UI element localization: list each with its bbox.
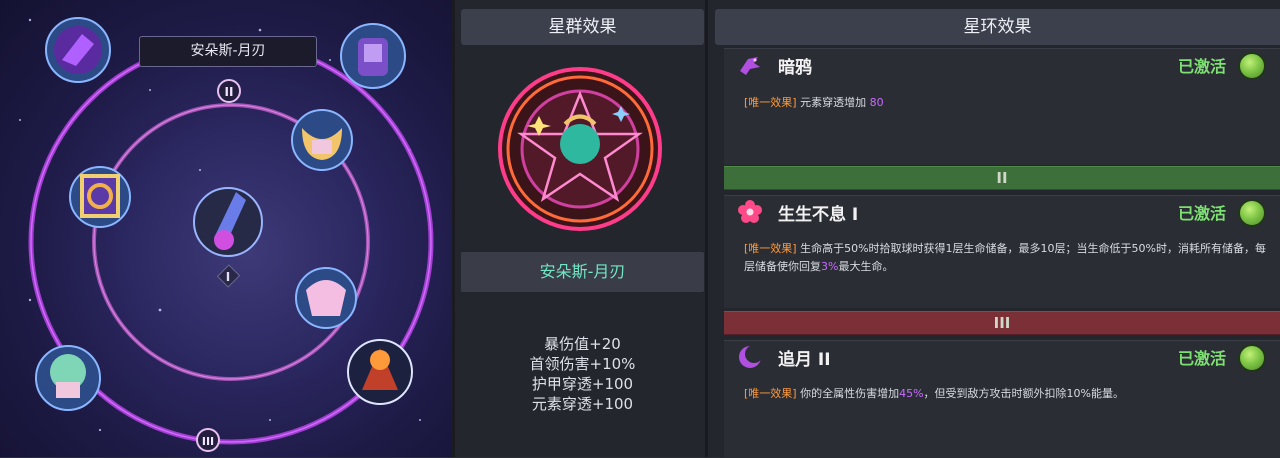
cluster-stats: 暴伤值+20 首领伤害+10% 护甲穿透+100 元素穿透+100 xyxy=(461,334,704,414)
crescent-moon-icon xyxy=(739,345,763,368)
active-orb-icon xyxy=(1238,52,1266,80)
inner-node-3[interactable] xyxy=(295,267,357,329)
stat-armor-pen: 护甲穿透+100 xyxy=(531,375,634,393)
outer-node-3[interactable] xyxy=(35,345,101,411)
effect-card-dark-crow[interactable]: 暗鸦 已激活 [唯一效果] 元素穿透增加 80 xyxy=(724,48,1280,165)
effect-status: 已激活 xyxy=(1177,204,1226,223)
effect-title: 追月 II xyxy=(778,350,831,370)
ring-marker-iii: III xyxy=(202,435,214,448)
flower-icon xyxy=(738,200,762,223)
constellation-name-tag: 安朵斯-月刃 xyxy=(139,36,317,67)
outer-node-4[interactable] xyxy=(347,339,413,405)
ring-effect-panel: 星环效果 暗鸦 已激活 [唯一效果] 元素穿透增加 80 II 生生不息 I 已… xyxy=(708,0,1280,458)
outer-node-2[interactable] xyxy=(340,23,406,89)
outer-node-1[interactable] xyxy=(45,17,111,83)
effect-description: [唯一效果] 生命高于50%时拾取球时获得1层生命储备，最多10层；当生命低于5… xyxy=(744,242,1266,273)
effect-card-endless-life[interactable]: 生生不息 I 已激活 [唯一效果] 生命高于50%时拾取球时获得1层生命储备，最… xyxy=(724,195,1280,308)
effect-description: [唯一效果] 元素穿透增加 80 xyxy=(744,96,884,109)
crow-icon xyxy=(740,57,760,75)
effect-card-chase-moon[interactable]: 追月 II 已激活 [唯一效果] 你的全属性伤害增加45%，但受到敌方攻击时额外… xyxy=(724,340,1280,458)
center-node[interactable] xyxy=(193,187,263,257)
ring-marker-ii: II xyxy=(225,85,234,99)
effect-status: 已激活 xyxy=(1177,349,1226,368)
stat-element-pen: 元素穿透+100 xyxy=(531,395,634,413)
stat-boss-damage: 首领伤害+10% xyxy=(529,355,636,373)
active-orb-icon xyxy=(1238,344,1266,372)
stat-crit-damage: 暴伤值+20 xyxy=(544,335,621,353)
constellation-map: II III I 安朵斯-月刃 xyxy=(0,0,452,457)
tier-divider-ii: II xyxy=(724,166,1280,190)
effect-description: [唯一效果] 你的全属性伤害增加45%，但受到敌方攻击时额外扣除10%能量。 xyxy=(744,387,1124,400)
tier-divider-iii: III xyxy=(724,311,1280,335)
inner-node-2[interactable] xyxy=(69,166,131,228)
ring-effect-header: 星环效果 xyxy=(715,9,1280,45)
cluster-emblem xyxy=(498,67,662,231)
inner-node-1[interactable] xyxy=(291,109,353,171)
center-marker: I xyxy=(226,270,230,284)
constellation-graphics: II III I xyxy=(19,17,434,452)
cluster-effect-panel: 星群效果 安朵斯-月刃 暴伤值+20 首领伤害+10% 护甲穿透+100 元素穿… xyxy=(452,0,708,457)
effect-title: 暗鸦 xyxy=(778,58,812,78)
active-orb-icon xyxy=(1238,199,1266,227)
effect-title: 生生不息 I xyxy=(778,205,859,225)
cluster-effect-header: 星群效果 xyxy=(461,9,704,45)
cluster-name: 安朵斯-月刃 xyxy=(461,252,704,292)
effect-status: 已激活 xyxy=(1177,57,1226,76)
